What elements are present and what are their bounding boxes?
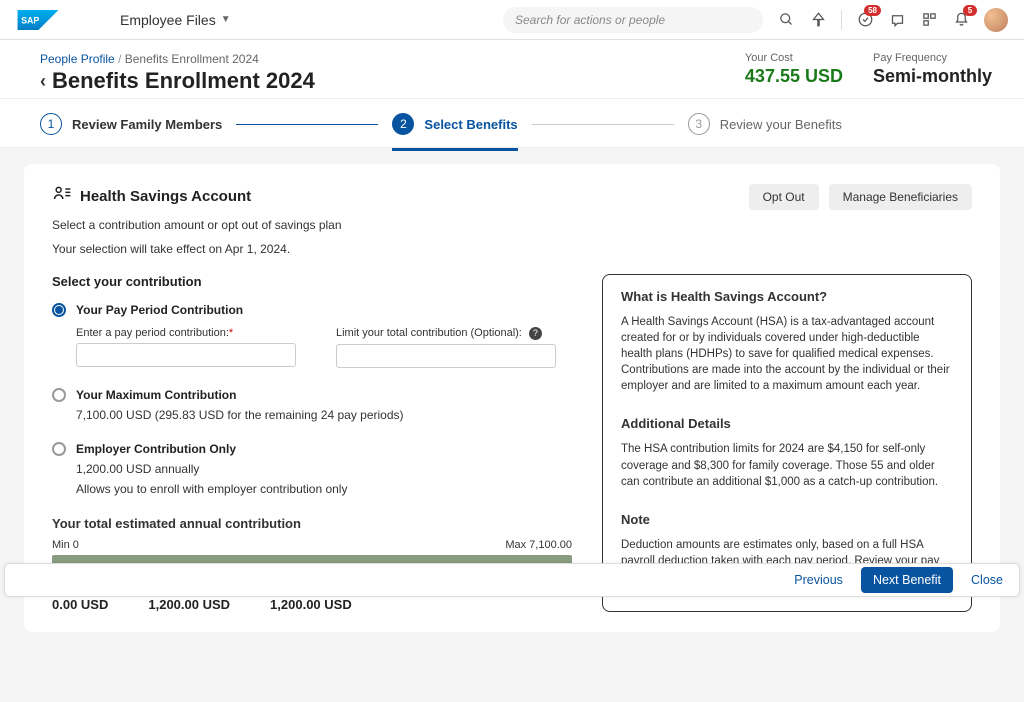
previous-button[interactable]: Previous [794,573,843,587]
page-header: People Profile / Benefits Enrollment 202… [0,40,1024,99]
breadcrumb-current: Benefits Enrollment 2024 [125,52,259,66]
info-title-what: What is Health Savings Account? [621,289,953,304]
employer-value: 1,200.00 USD [148,597,230,612]
radio-maximum[interactable] [52,388,66,402]
step-1-label: Review Family Members [72,117,222,132]
nav-icon-group: 58 5 [777,8,1008,32]
radio-pay-period-label: Your Pay Period Contribution [76,303,243,317]
option-employer-only: Employer Contribution Only 1,200.00 USD … [52,442,572,496]
hsa-icon [52,184,72,209]
back-button[interactable]: ‹ [40,71,46,92]
card-desc-1: Select a contribution amount or opt out … [52,218,972,232]
contribution-section-label: Select your contribution [52,274,572,289]
max-label: Max 7,100.00 [505,539,572,551]
approvals-badge: 58 [864,5,881,16]
breadcrumb: People Profile / Benefits Enrollment 202… [40,52,745,66]
radio-employer-only-label: Employer Contribution Only [76,442,236,456]
chevron-down-icon: ▼ [221,14,231,25]
you-value: 0.00 USD [52,597,108,612]
radio-maximum-label: Your Maximum Contribution [76,388,236,402]
card-title: Health Savings Account [80,188,251,205]
pay-frequency-metric: Pay Frequency Semi-monthly [873,52,992,87]
page-title: Benefits Enrollment 2024 [52,68,315,94]
step-3-number: 3 [688,113,710,135]
radio-pay-period[interactable] [52,303,66,317]
bell-icon[interactable]: 5 [952,11,970,29]
notifications-badge: 5 [963,5,977,16]
info-text-details: The HSA contribution limits for 2024 are… [621,441,953,489]
info-text-what: A Health Savings Account (HSA) is a tax-… [621,314,953,394]
opt-out-button[interactable]: Opt Out [749,184,819,210]
min-label: Min 0 [52,539,79,551]
card-desc-2: Your selection will take effect on Apr 1… [52,242,972,256]
step-select-benefits[interactable]: 2 Select Benefits [392,113,517,135]
option-maximum: Your Maximum Contribution 7,100.00 USD (… [52,388,572,422]
employee-files-menu[interactable]: Employee Files ▼ [120,12,231,28]
limit-input[interactable] [336,344,556,368]
wizard-stepper: 1 Review Family Members 2 Select Benefit… [0,99,1024,148]
pay-period-input-label: Enter a pay period contribution:* [76,327,296,339]
svg-text:SAP: SAP [21,15,39,25]
step-1-number: 1 [40,113,62,135]
menu-label: Employee Files [120,12,216,28]
option-pay-period: Your Pay Period Contribution Enter a pay… [52,303,572,368]
messages-icon[interactable] [888,11,906,29]
search-placeholder: Search for actions or people [515,13,665,27]
search-icon[interactable] [777,11,795,29]
info-title-note: Note [621,512,953,527]
hsa-card: Health Savings Account Opt Out Manage Be… [24,164,1000,632]
apps-icon[interactable] [920,11,938,29]
freq-value: Semi-monthly [873,66,992,87]
totals-label: Your total estimated annual contribution [52,516,572,531]
employer-detail-2: Allows you to enroll with employer contr… [76,482,572,496]
info-panel: What is Health Savings Account? A Health… [602,274,972,612]
sap-logo[interactable]: SAP [16,10,60,30]
avatar[interactable] [984,8,1008,32]
close-button[interactable]: Close [971,573,1003,587]
next-benefit-button[interactable]: Next Benefit [861,567,953,593]
approvals-icon[interactable]: 58 [856,11,874,29]
cost-label: Your Cost [745,52,843,64]
limit-input-label: Limit your total contribution (Optional)… [336,327,556,340]
your-cost-metric: Your Cost 437.55 USD [745,52,843,87]
maximum-detail: 7,100.00 USD (295.83 USD for the remaini… [76,408,572,422]
manage-beneficiaries-button[interactable]: Manage Beneficiaries [829,184,972,210]
total-value: 1,200.00 USD [270,597,352,612]
search-input[interactable]: Search for actions or people [503,7,763,33]
step-review-benefits[interactable]: 3 Review your Benefits [688,113,842,135]
location-icon[interactable] [809,11,827,29]
step-2-number: 2 [392,113,414,135]
info-title-details: Additional Details [621,416,953,431]
help-icon[interactable]: ? [529,327,542,340]
radio-employer-only[interactable] [52,442,66,456]
employer-detail-1: 1,200.00 USD annually [76,462,572,476]
freq-label: Pay Frequency [873,52,992,64]
wizard-footer: Previous Next Benefit Close [4,563,1020,597]
step-3-label: Review your Benefits [720,117,842,132]
breadcrumb-parent[interactable]: People Profile [40,52,115,66]
content-area: Health Savings Account Opt Out Manage Be… [0,148,1024,702]
step-2-label: Select Benefits [424,117,517,132]
pay-period-input[interactable] [76,343,296,367]
step-review-family[interactable]: 1 Review Family Members [40,113,222,135]
cost-value: 437.55 USD [745,66,843,87]
top-nav: SAP Employee Files ▼ Search for actions … [0,0,1024,40]
